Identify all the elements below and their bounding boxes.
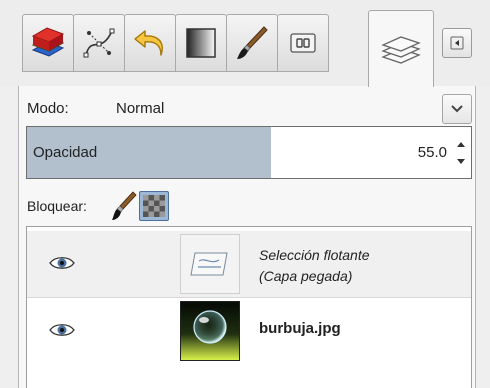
layer-name[interactable]: burbuja.jpg	[259, 320, 341, 337]
eye-icon	[49, 257, 75, 269]
tab-paths[interactable]	[73, 14, 125, 72]
layer-name-line2: (Capa pegada)	[259, 268, 353, 284]
gradient-icon	[186, 28, 216, 58]
brush-icon	[237, 26, 268, 59]
layers-icon	[381, 36, 421, 64]
undo-history-icon	[134, 30, 163, 56]
tab-channels[interactable]	[277, 14, 329, 72]
visibility-toggle[interactable]	[49, 255, 75, 276]
tab-layers[interactable]	[368, 10, 434, 87]
floating-selection-icon	[190, 252, 228, 276]
visibility-toggle[interactable]	[49, 322, 75, 343]
mode-row: Modo: Normal	[27, 94, 472, 124]
tab-layers-stack[interactable]	[22, 14, 74, 72]
paths-icon	[83, 28, 115, 58]
layer-thumbnail	[180, 301, 240, 361]
lock-label: Bloquear:	[27, 198, 87, 214]
tab-gradients[interactable]	[175, 14, 227, 72]
layer-row[interactable]: Selección flotante (Capa pegada)	[27, 231, 471, 298]
brush-icon	[112, 191, 137, 220]
channels-icon	[290, 33, 316, 53]
spin-up-button[interactable]	[453, 137, 469, 151]
bubble-image	[181, 302, 239, 360]
layers-panel: Modo: Normal Opacidad 55.0 Bloquear: Sel…	[18, 86, 476, 388]
triangle-left-icon	[450, 36, 464, 50]
triangle-down-icon	[457, 158, 465, 164]
layer-thumbnail	[180, 234, 240, 294]
triangle-up-icon	[457, 141, 465, 147]
lock-alpha-toggle[interactable]	[139, 191, 169, 221]
tab-brushes[interactable]	[226, 14, 278, 72]
mode-select-value[interactable]: Normal	[116, 100, 164, 117]
layer-name[interactable]: Selección flotante (Capa pegada)	[259, 245, 370, 287]
layer-row[interactable]: burbuja.jpg	[27, 298, 471, 364]
dock-menu-button[interactable]	[442, 28, 472, 58]
opacity-value[interactable]: 55.0	[418, 144, 447, 161]
layers-stack-icon	[31, 27, 65, 57]
opacity-spin-scale[interactable]: Opacidad 55.0	[26, 126, 472, 179]
chevron-down-icon	[451, 105, 463, 113]
spin-down-button[interactable]	[453, 154, 469, 168]
checkerboard-icon	[143, 195, 165, 217]
tab-undo-history[interactable]	[124, 14, 176, 72]
mode-label: Modo:	[27, 100, 69, 117]
opacity-label: Opacidad	[33, 144, 98, 161]
dock-tab-strip	[0, 0, 490, 87]
mode-dropdown-button[interactable]	[442, 94, 472, 124]
layer-list: Selección flotante (Capa pegada) burbuja…	[26, 226, 472, 388]
eye-icon	[49, 324, 75, 336]
lock-row: Bloquear:	[27, 189, 467, 223]
opacity-spinner	[453, 137, 469, 168]
lock-pixels-toggle[interactable]	[111, 190, 137, 227]
layer-name-line1: Selección flotante	[259, 247, 370, 263]
